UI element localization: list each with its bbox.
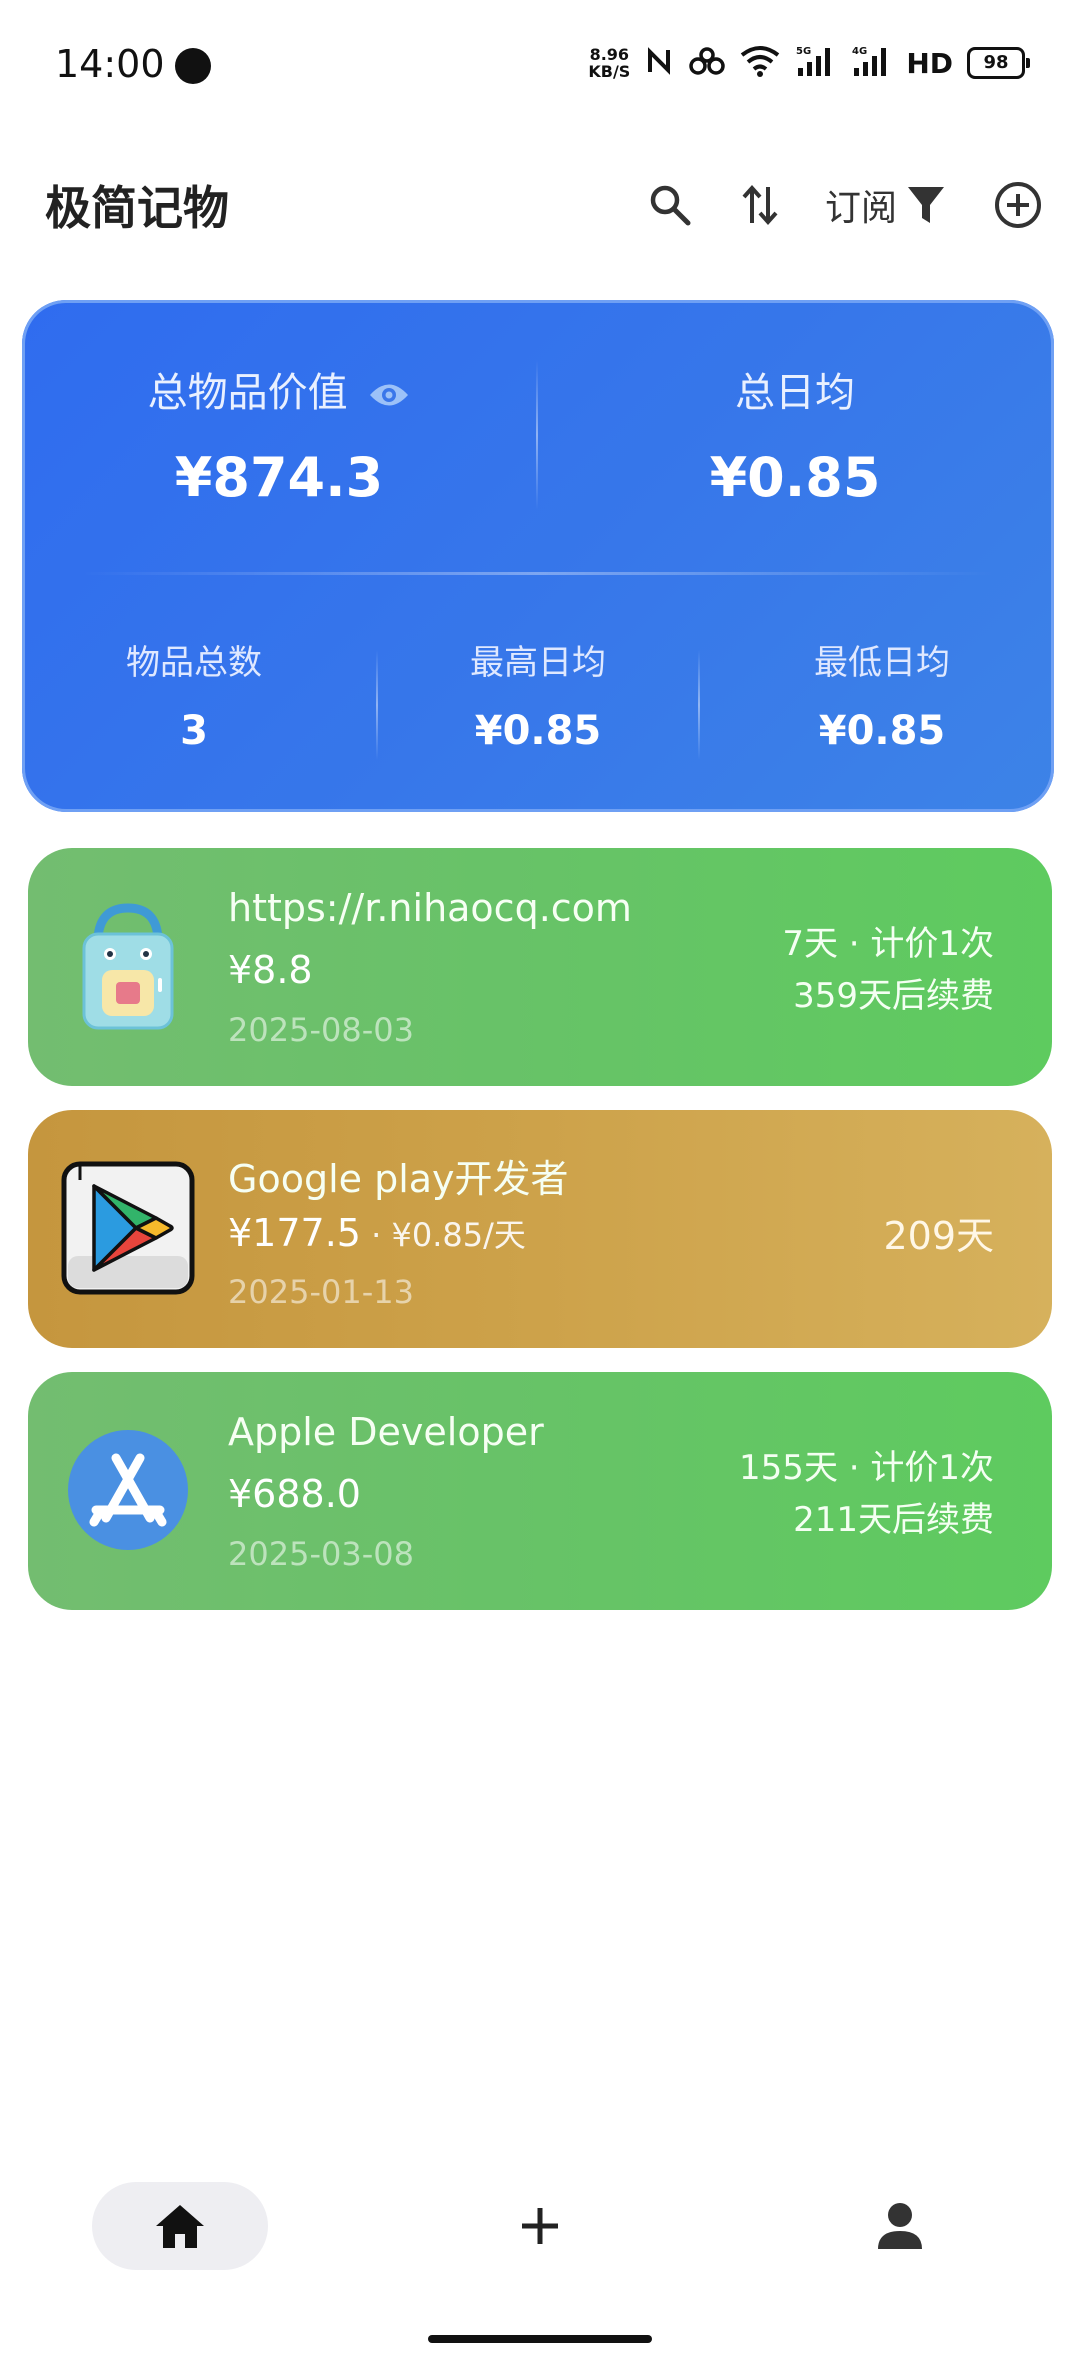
item-days: 7天 · 计价1次 [782,924,994,964]
item-renew: 211天后续费 [793,1500,994,1540]
page-title: 极简记物 [45,181,229,235]
eye-icon[interactable] [368,380,410,410]
signal-4g-icon: 4G [850,44,892,82]
notification-dot-icon [175,48,211,84]
add-item-button[interactable] [988,175,1048,235]
status-icons: 8.96 KB/S 5G 4G HD 98 [588,44,1030,82]
min-daily-section: 最低日均 ¥0.85 [710,635,1054,754]
item-usage: 155天 · 计价1次 211天后续费 [739,1442,994,1546]
app-store-icon [66,1428,190,1552]
status-bar: 14:00 8.96 KB/S 5G 4G HD 98 [0,0,1080,130]
total-value-section: 总物品价值 ¥874.3 [22,360,536,509]
shopping-bag-icon [58,898,198,1038]
home-icon [156,2205,204,2248]
total-daily-label: 总日均 [735,370,855,416]
filter-icon [908,187,944,223]
count-label: 物品总数 [126,643,262,683]
app-bar: 极简记物 订阅 [0,150,1080,260]
item-card[interactable]: https://r.nihaocq.com ¥8.8 2025-08-03 7天… [28,848,1052,1086]
item-price-value: ¥177.5 [228,1211,361,1255]
item-renew: 359天后续费 [793,976,994,1016]
nav-profile[interactable] [812,2182,988,2270]
wifi-icon [740,45,780,81]
item-per-day: · ¥0.85/天 [360,1216,526,1254]
net-speed-unit: KB/S [588,62,631,81]
svg-text:5G: 5G [796,46,811,57]
battery-icon: 98 [967,47,1030,79]
divider [82,572,994,575]
search-button[interactable] [640,175,700,235]
max-daily-label: 最高日均 [470,643,606,683]
status-time: 14:00 [55,42,165,86]
sort-button[interactable] [730,175,790,235]
count-section: 物品总数 3 [22,635,366,754]
sort-icon [742,184,778,226]
item-usage: 7天 · 计价1次 359天后续费 [782,918,994,1022]
min-daily-value: ¥0.85 [818,708,946,754]
total-daily-value: ¥0.85 [709,446,881,509]
item-name: https://r.nihaocq.com [228,886,632,930]
add-circle-icon [995,182,1041,228]
nfc-icon [644,46,674,80]
max-daily-section: 最高日均 ¥0.85 [366,635,710,754]
total-daily-section: 总日均 ¥0.85 [538,360,1052,509]
item-price: ¥688.0 [228,1472,361,1516]
min-daily-label: 最低日均 [814,643,950,683]
hotspot-icon [688,46,726,80]
net-speed: 8.96 KB/S [588,46,630,80]
home-indicator[interactable] [428,2335,652,2343]
search-icon [650,185,691,226]
item-card[interactable]: Apple Developer ¥688.0 2025-03-08 155天 ·… [28,1372,1052,1610]
nav-add[interactable] [452,2182,628,2270]
person-icon [878,2203,922,2249]
total-value: ¥874.3 [174,446,384,509]
hd-label: HD [906,46,953,80]
plus-icon [522,2208,558,2244]
item-date: 2025-08-03 [228,1011,414,1049]
count-value: 3 [180,708,208,754]
item-name: Apple Developer [228,1410,544,1454]
item-price: ¥177.5 · ¥0.85/天 [228,1210,526,1256]
item-card[interactable]: Google play开发者 ¥177.5 · ¥0.85/天 2025-01-… [28,1110,1052,1348]
max-daily-value: ¥0.85 [474,708,602,754]
google-play-icon [60,1160,200,1300]
signal-5g-icon: 5G [794,44,836,82]
item-days: 209天 [883,1214,994,1258]
subscription-filter-button[interactable]: 订阅 [820,175,950,235]
subscribe-label: 订阅 [824,188,897,229]
item-name: Google play开发者 [228,1157,569,1201]
divider [698,650,700,760]
bottom-navigation [0,2160,1080,2300]
item-price: ¥8.8 [228,948,313,992]
item-days: 155天 · 计价1次 [739,1448,994,1488]
total-value-label: 总物品价值 [147,370,348,416]
net-speed-value: 8.96 [589,45,630,64]
item-date: 2025-01-13 [228,1273,414,1311]
nav-home[interactable] [92,2182,268,2270]
svg-text:4G: 4G [852,46,867,57]
summary-card: 总物品价值 ¥874.3 总日均 ¥0.85 物品总数 3 最高日均 ¥0.85… [22,300,1054,812]
item-date: 2025-03-08 [228,1535,414,1573]
